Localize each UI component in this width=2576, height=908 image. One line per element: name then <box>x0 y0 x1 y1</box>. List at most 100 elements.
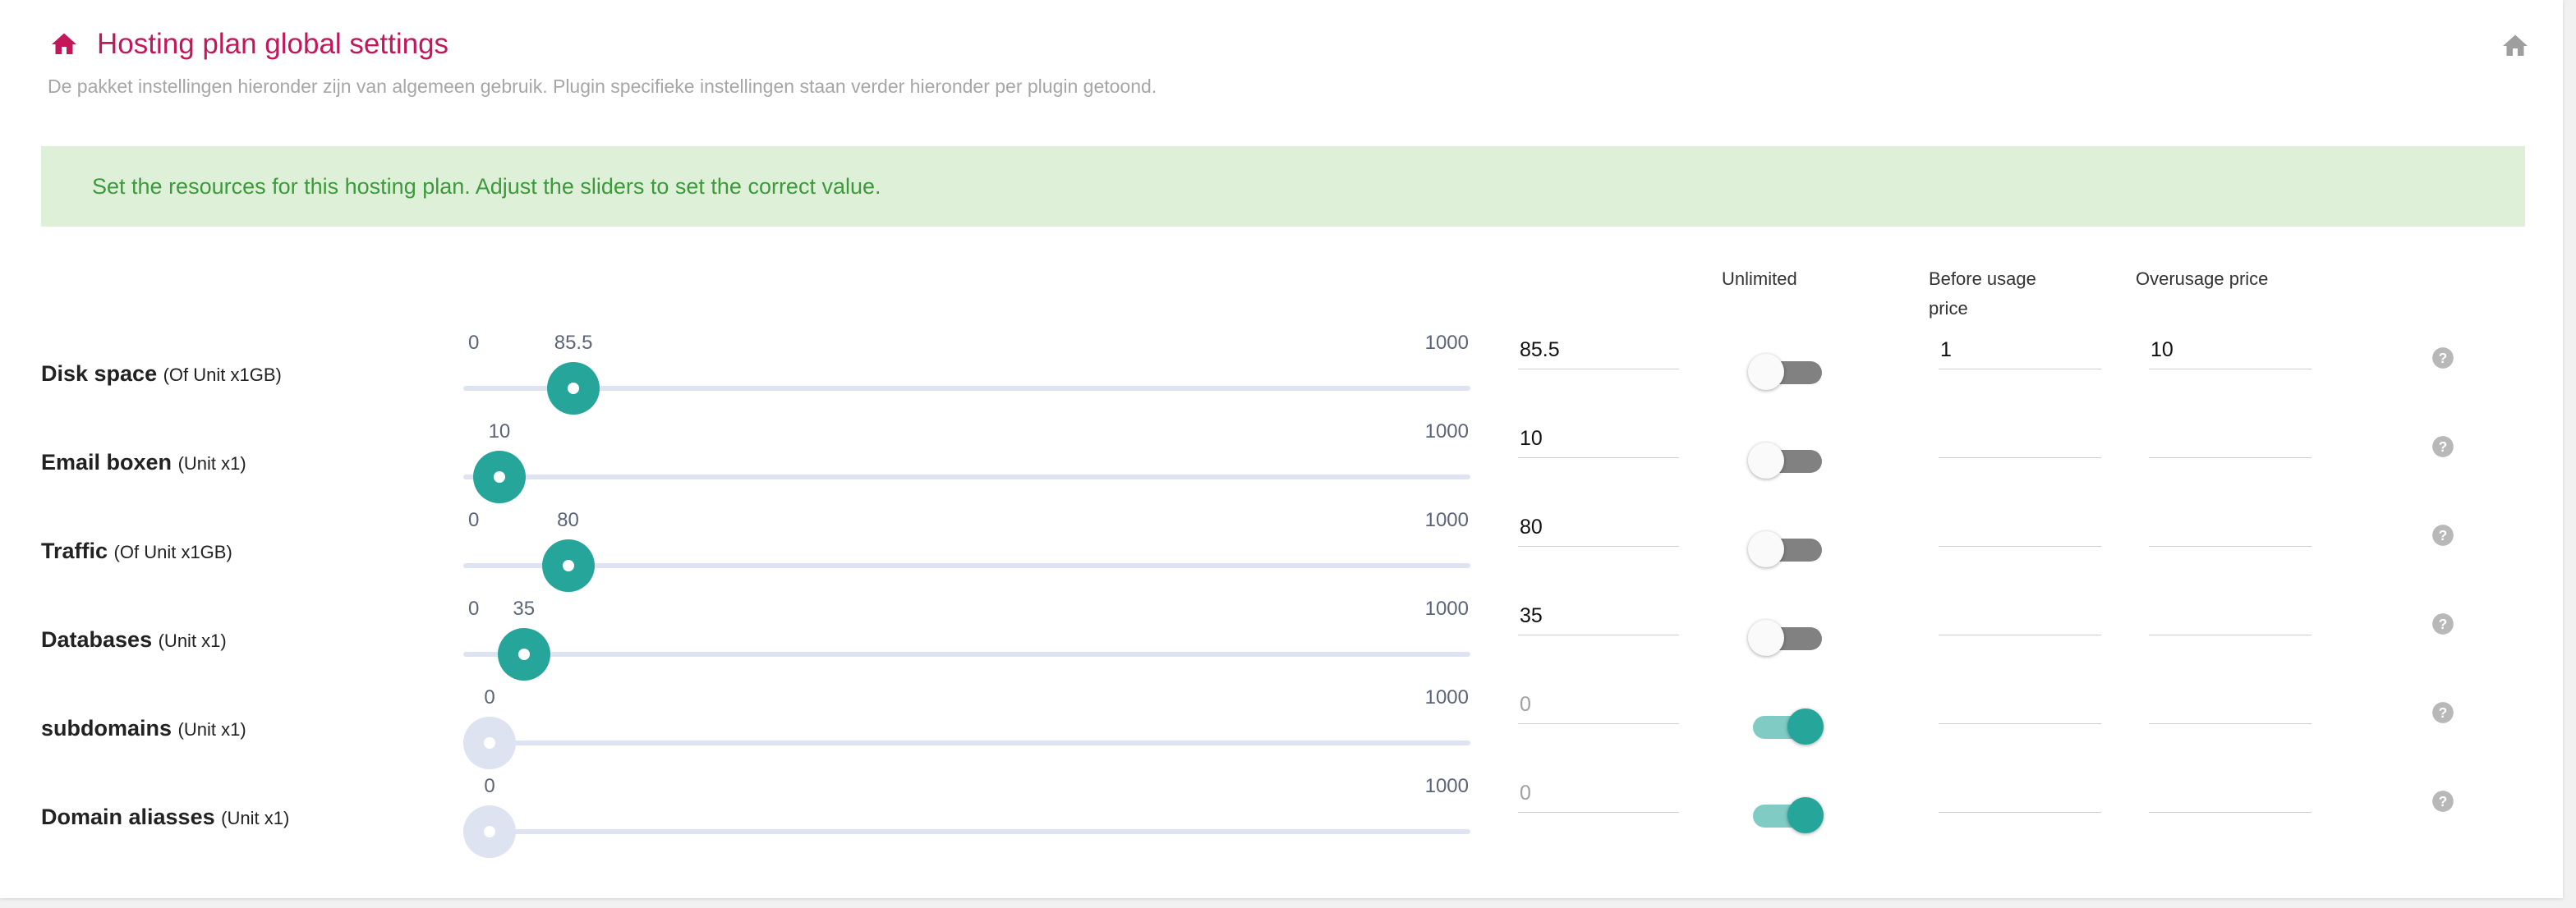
value-input[interactable] <box>1518 598 1679 635</box>
slider-min-label: 0 <box>468 332 480 354</box>
column-header-overusage-price: Overusage price <box>2136 268 2269 289</box>
slider-value-label: 80 <box>557 509 579 531</box>
resource-label: Email boxen (Unit x1) <box>41 450 246 475</box>
slider-thumb[interactable] <box>541 539 595 592</box>
value-input[interactable] <box>1518 332 1679 369</box>
svg-text:?: ? <box>2439 793 2448 809</box>
svg-text:?: ? <box>2439 350 2448 366</box>
svg-text:?: ? <box>2439 616 2448 632</box>
value-input[interactable] <box>1518 420 1679 458</box>
overusage-price-input[interactable] <box>2149 598 2312 635</box>
slider-value-label: 0 <box>484 775 495 797</box>
unlimited-toggle[interactable] <box>1748 708 1824 745</box>
home-icon <box>52 33 76 54</box>
overusage-price-input[interactable] <box>2149 332 2312 369</box>
slider-thumb[interactable] <box>463 805 516 858</box>
unlimited-toggle[interactable] <box>1748 619 1824 657</box>
resource-name: Domain aliasses <box>41 805 215 829</box>
resource-slider[interactable]: 0 35 1000 <box>463 598 1470 686</box>
slider-track[interactable] <box>463 563 1470 568</box>
slider-max-label: 1000 <box>1424 686 1469 709</box>
resource-unit: (Of Unit x1GB) <box>113 542 232 562</box>
before-usage-price-input[interactable] <box>1939 420 2101 458</box>
slider-max-label: 1000 <box>1424 332 1469 354</box>
before-usage-price-input[interactable] <box>1939 686 2101 724</box>
slider-value-label: 0 <box>484 686 495 709</box>
resource-row-traffic: Traffic (Of Unit x1GB) 0 80 1000 ? <box>0 509 2563 598</box>
info-alert: Set the resources for this hosting plan.… <box>41 146 2525 227</box>
value-input[interactable] <box>1518 509 1679 547</box>
unlimited-toggle[interactable] <box>1748 530 1824 568</box>
overusage-price-input[interactable] <box>2149 686 2312 724</box>
page-title: Hosting plan global settings <box>97 28 449 60</box>
resource-row-domain-aliasses: Domain aliasses (Unit x1) 0 1000 ? <box>0 775 2563 864</box>
svg-text:?: ? <box>2439 704 2448 721</box>
slider-track[interactable] <box>463 829 1470 834</box>
resource-unit: (Unit x1) <box>158 631 227 651</box>
unlimited-toggle[interactable] <box>1748 796 1824 834</box>
value-input[interactable] <box>1518 775 1679 813</box>
before-usage-price-input[interactable] <box>1939 598 2101 635</box>
slider-max-label: 1000 <box>1424 420 1469 443</box>
slider-value-label: 35 <box>513 598 536 620</box>
resource-slider[interactable]: 10 1000 <box>463 420 1470 509</box>
slider-thumb[interactable] <box>547 362 600 415</box>
help-icon[interactable]: ? <box>2431 701 2454 724</box>
overusage-price-input[interactable] <box>2149 775 2312 813</box>
slider-thumb[interactable] <box>472 451 526 503</box>
slider-track[interactable] <box>463 386 1470 391</box>
column-header-before-usage-price: Before usage price <box>1929 268 2036 319</box>
slider-min-label: 0 <box>468 598 480 620</box>
home-icon[interactable] <box>2500 31 2530 61</box>
resource-label: Traffic (Of Unit x1GB) <box>41 539 232 564</box>
resource-unit: (Unit x1) <box>177 453 246 474</box>
resource-label: subdomains (Unit x1) <box>41 716 246 741</box>
overusage-price-input[interactable] <box>2149 420 2312 458</box>
slider-value-label: 10 <box>488 420 511 443</box>
slider-max-label: 1000 <box>1424 598 1469 620</box>
resource-row-email-boxen: Email boxen (Unit x1) 10 1000 ? <box>0 420 2563 509</box>
resource-label: Domain aliasses (Unit x1) <box>41 805 289 830</box>
slider-track[interactable] <box>463 475 1470 479</box>
help-icon[interactable]: ? <box>2431 612 2454 635</box>
before-usage-price-input[interactable] <box>1939 509 2101 547</box>
resource-unit: (Unit x1) <box>221 808 290 828</box>
before-usage-price-input[interactable] <box>1939 332 2101 369</box>
value-input[interactable] <box>1518 686 1679 724</box>
resource-unit: (Unit x1) <box>177 719 246 740</box>
slider-min-label: 0 <box>468 509 480 531</box>
resource-row-databases: Databases (Unit x1) 0 35 1000 ? <box>0 598 2563 686</box>
resource-slider[interactable]: 0 80 1000 <box>463 509 1470 598</box>
overusage-price-input[interactable] <box>2149 509 2312 547</box>
page-subtitle: De pakket instellingen hieronder zijn va… <box>48 76 1157 97</box>
resource-slider[interactable]: 0 1000 <box>463 686 1470 775</box>
alert-text: Set the resources for this hosting plan.… <box>92 173 881 199</box>
resource-slider[interactable]: 0 85.5 1000 <box>463 332 1470 420</box>
resource-label: Databases (Unit x1) <box>41 627 227 653</box>
slider-thumb[interactable] <box>497 628 550 681</box>
unlimited-toggle[interactable] <box>1748 353 1824 391</box>
column-header-unlimited: Unlimited <box>1722 268 1797 289</box>
slider-track[interactable] <box>463 652 1470 657</box>
help-icon[interactable]: ? <box>2431 346 2454 369</box>
resource-unit: (Of Unit x1GB) <box>163 365 282 385</box>
svg-text:?: ? <box>2439 438 2448 455</box>
header: Hosting plan global settings <box>49 28 448 61</box>
resource-name: Traffic <box>41 539 108 563</box>
resource-name: Databases <box>41 627 153 652</box>
help-icon[interactable]: ? <box>2431 435 2454 458</box>
resource-label: Disk space (Of Unit x1GB) <box>41 361 282 387</box>
slider-track[interactable] <box>463 741 1470 745</box>
resource-slider[interactable]: 0 1000 <box>463 775 1470 864</box>
help-icon[interactable]: ? <box>2431 524 2454 547</box>
settings-card: Hosting plan global settings De pakket i… <box>0 0 2563 898</box>
before-usage-price-input[interactable] <box>1939 775 2101 813</box>
resource-row-disk-space: Disk space (Of Unit x1GB) 0 85.5 1000 ? <box>0 332 2563 420</box>
resource-name: Disk space <box>41 361 158 386</box>
slider-value-label: 85.5 <box>554 332 593 354</box>
slider-thumb[interactable] <box>463 717 516 769</box>
help-icon[interactable]: ? <box>2431 790 2454 813</box>
resource-name: subdomains <box>41 716 172 741</box>
unlimited-toggle[interactable] <box>1748 442 1824 479</box>
svg-text:?: ? <box>2439 527 2448 543</box>
